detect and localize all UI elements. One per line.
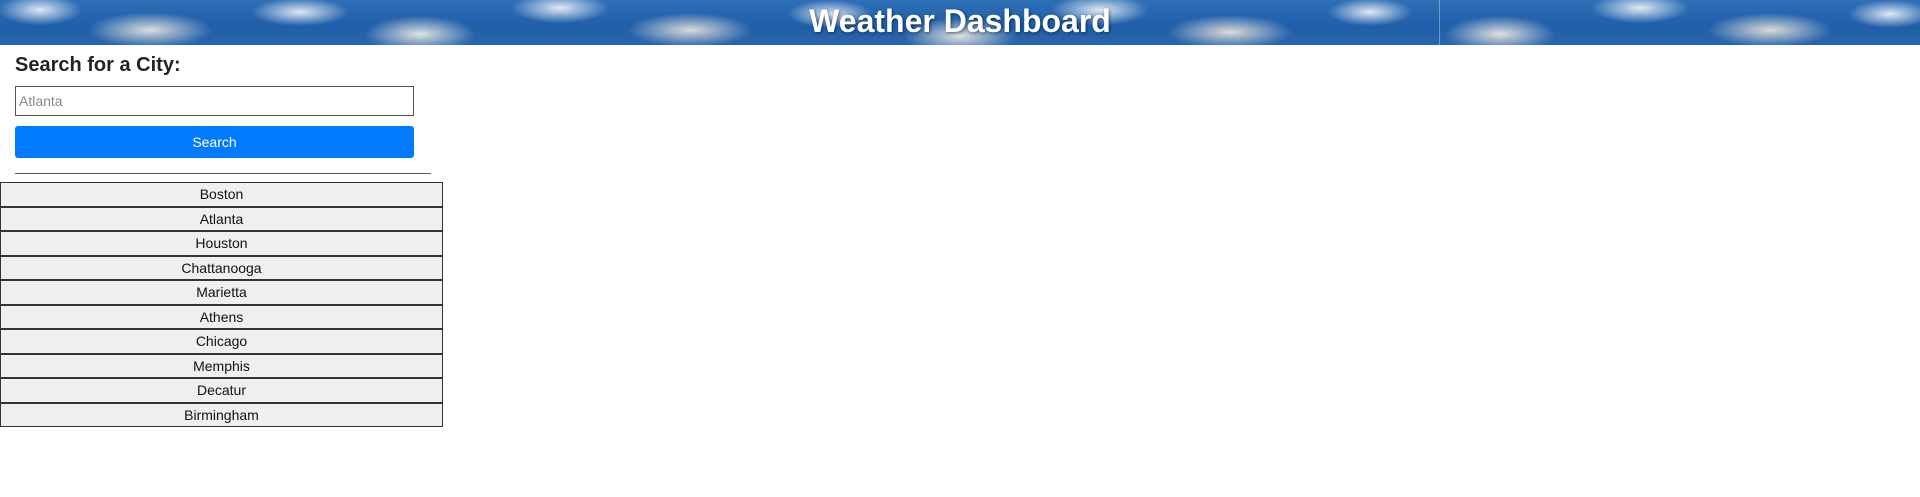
history-city-button[interactable]: Birmingham: [0, 402, 443, 427]
page-header: Weather Dashboard: [0, 0, 1920, 45]
search-heading: Search for a City:: [15, 54, 181, 76]
search-button[interactable]: Search: [15, 126, 414, 158]
history-city-button[interactable]: Decatur: [0, 378, 443, 403]
history-city-button[interactable]: Chicago: [0, 329, 443, 354]
history-city-button[interactable]: Boston: [0, 182, 443, 207]
divider: [15, 173, 431, 174]
history-city-button[interactable]: Atlanta: [0, 206, 443, 231]
city-search-input[interactable]: [15, 86, 414, 116]
page-title: Weather Dashboard: [809, 3, 1111, 39]
search-history-list: Boston Atlanta Houston Chattanooga Marie…: [0, 182, 443, 427]
history-city-button[interactable]: Memphis: [0, 353, 443, 378]
history-city-button[interactable]: Houston: [0, 231, 443, 256]
history-city-button[interactable]: Athens: [0, 304, 443, 329]
history-city-button[interactable]: Chattanooga: [0, 255, 443, 280]
history-city-button[interactable]: Marietta: [0, 280, 443, 305]
